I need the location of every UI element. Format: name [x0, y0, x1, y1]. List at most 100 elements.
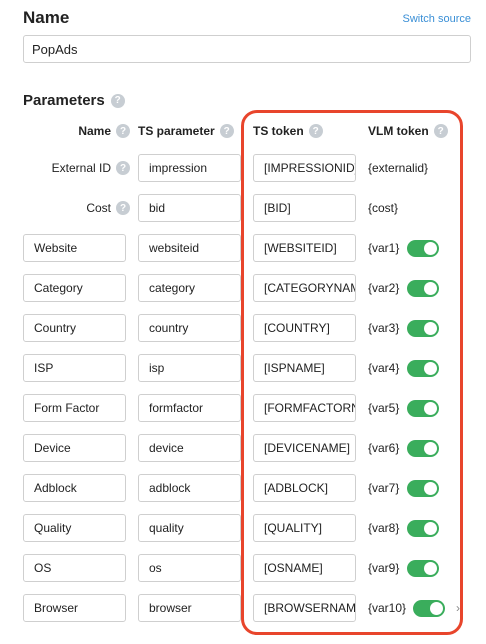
ts-parameter-input[interactable]: device — [138, 434, 241, 462]
parameter-name-input[interactable]: Quality — [23, 514, 126, 542]
vlm-token-label: {var3} — [368, 321, 400, 335]
help-icon[interactable]: ? — [219, 124, 234, 138]
parameter-name-static: External ID ? — [52, 154, 130, 182]
ts-token-input[interactable]: [OSNAME] — [253, 554, 356, 582]
help-icon[interactable]: ? — [116, 124, 130, 138]
ts-token-input[interactable]: [DEVICENAME] — [253, 434, 356, 462]
enable-toggle[interactable] — [407, 480, 439, 497]
toggle-knob — [424, 442, 437, 455]
column-header-ts-parameter-label: TS parameter — [138, 124, 215, 138]
help-icon[interactable]: ? — [116, 161, 130, 175]
column-header-ts-token: TS token ? — [253, 124, 323, 138]
toggle-knob — [424, 362, 437, 375]
ts-token-input[interactable]: [IMPRESSIONID] — [253, 154, 356, 182]
vlm-token-label: {var1} — [368, 241, 400, 255]
enable-toggle[interactable] — [407, 560, 439, 577]
parameter-name-input[interactable]: Device — [23, 434, 126, 462]
vlm-token-label: {var8} — [368, 521, 400, 535]
chevron-right-icon[interactable]: › — [456, 594, 460, 622]
ts-parameter-input[interactable]: category — [138, 274, 241, 302]
parameter-row: Website websiteid [WEBSITEID] {var1} — [0, 234, 486, 262]
parameter-name-input[interactable]: ISP — [23, 354, 126, 382]
vlm-token-label: {var10} — [368, 601, 407, 615]
help-icon[interactable]: ? — [433, 124, 448, 138]
ts-parameter-input[interactable]: bid — [138, 194, 241, 222]
help-icon[interactable]: ? — [110, 93, 125, 108]
ts-parameter-input[interactable]: country — [138, 314, 241, 342]
parameter-row: Form Factor formfactor [FORMFACTORNAME] … — [0, 394, 486, 422]
parameters-heading: Parameters ? — [23, 92, 125, 109]
column-header-name: Name ? — [78, 124, 130, 138]
enable-toggle[interactable] — [407, 400, 439, 417]
column-header-ts-token-label: TS token — [253, 124, 304, 138]
enable-toggle[interactable] — [407, 280, 439, 297]
enable-toggle[interactable] — [407, 440, 439, 457]
ts-parameter-input[interactable]: websiteid — [138, 234, 241, 262]
ts-parameter-input[interactable]: adblock — [138, 474, 241, 502]
ts-token-input[interactable]: [CATEGORYNAME] — [253, 274, 356, 302]
parameter-name-input[interactable]: Category — [23, 274, 126, 302]
help-icon[interactable]: ? — [116, 201, 130, 215]
toggle-knob — [424, 402, 437, 415]
ts-token-input[interactable]: [ADBLOCK] — [253, 474, 356, 502]
ts-token-input[interactable]: [QUALITY] — [253, 514, 356, 542]
parameters-title: Parameters — [23, 92, 105, 109]
parameter-row: ISP isp [ISPNAME] {var4} — [0, 354, 486, 382]
vlm-token-label: {var9} — [368, 561, 400, 575]
parameter-name-input[interactable]: Form Factor — [23, 394, 126, 422]
parameter-row: Device device [DEVICENAME] {var6} — [0, 434, 486, 462]
ts-parameter-input[interactable]: os — [138, 554, 241, 582]
toggle-knob — [424, 242, 437, 255]
parameter-row: Category category [CATEGORYNAME] {var2} — [0, 274, 486, 302]
switch-source-link[interactable]: Switch source — [403, 13, 471, 25]
page-title: Name — [23, 8, 70, 27]
parameter-name-input[interactable]: Website — [23, 234, 126, 262]
parameter-row: OS os [OSNAME] {var9} — [0, 554, 486, 582]
parameter-name-label: External ID — [51, 161, 111, 175]
toggle-knob — [424, 322, 437, 335]
column-header-name-label: Name — [78, 124, 111, 138]
vlm-token-label: {var2} — [368, 281, 400, 295]
vlm-token-label: {var4} — [368, 361, 400, 375]
ts-token-input[interactable]: [BROWSERNAME] — [253, 594, 356, 622]
vlm-token-label: {var7} — [368, 481, 400, 495]
enable-toggle[interactable] — [413, 600, 445, 617]
ts-token-input[interactable]: [BID] — [253, 194, 356, 222]
ts-parameter-input[interactable]: isp — [138, 354, 241, 382]
parameter-name-input[interactable]: Browser — [23, 594, 126, 622]
toggle-knob — [424, 522, 437, 535]
ts-parameter-input[interactable]: impression — [138, 154, 241, 182]
ts-parameter-input[interactable]: browser — [138, 594, 241, 622]
ts-token-input[interactable]: [ISPNAME] — [253, 354, 356, 382]
toggle-knob — [424, 562, 437, 575]
ts-parameter-input[interactable]: formfactor — [138, 394, 241, 422]
help-icon[interactable]: ? — [308, 124, 323, 138]
vlm-token-label: {var6} — [368, 441, 400, 455]
column-header-ts-parameter: TS parameter ? — [138, 124, 234, 138]
parameter-row: Country country [COUNTRY] {var3} — [0, 314, 486, 342]
vlm-token-label: {cost} — [368, 201, 399, 215]
parameter-name-input[interactable]: Adblock — [23, 474, 126, 502]
parameter-name-input[interactable]: OS — [23, 554, 126, 582]
toggle-knob — [430, 602, 443, 615]
ts-token-input[interactable]: [FORMFACTORNAME] — [253, 394, 356, 422]
ts-token-input[interactable]: [WEBSITEID] — [253, 234, 356, 262]
parameter-row: Cost ? bid [BID] {cost} — [0, 194, 486, 222]
name-input[interactable] — [23, 35, 471, 63]
parameter-row: External ID ? impression [IMPRESSIONID] … — [0, 154, 486, 182]
parameter-name-input[interactable]: Country — [23, 314, 126, 342]
parameter-row: Quality quality [QUALITY] {var8} — [0, 514, 486, 542]
enable-toggle[interactable] — [407, 240, 439, 257]
column-header-vlm-token: VLM token ? — [368, 124, 448, 138]
parameter-name-static: Cost ? — [86, 194, 130, 222]
parameter-row: Adblock adblock [ADBLOCK] {var7} — [0, 474, 486, 502]
ts-parameter-input[interactable]: quality — [138, 514, 241, 542]
enable-toggle[interactable] — [407, 320, 439, 337]
enable-toggle[interactable] — [407, 520, 439, 537]
enable-toggle[interactable] — [407, 360, 439, 377]
column-header-vlm-token-label: VLM token — [368, 124, 429, 138]
ts-token-input[interactable]: [COUNTRY] — [253, 314, 356, 342]
toggle-knob — [424, 482, 437, 495]
toggle-knob — [424, 282, 437, 295]
vlm-token-label: {var5} — [368, 401, 400, 415]
